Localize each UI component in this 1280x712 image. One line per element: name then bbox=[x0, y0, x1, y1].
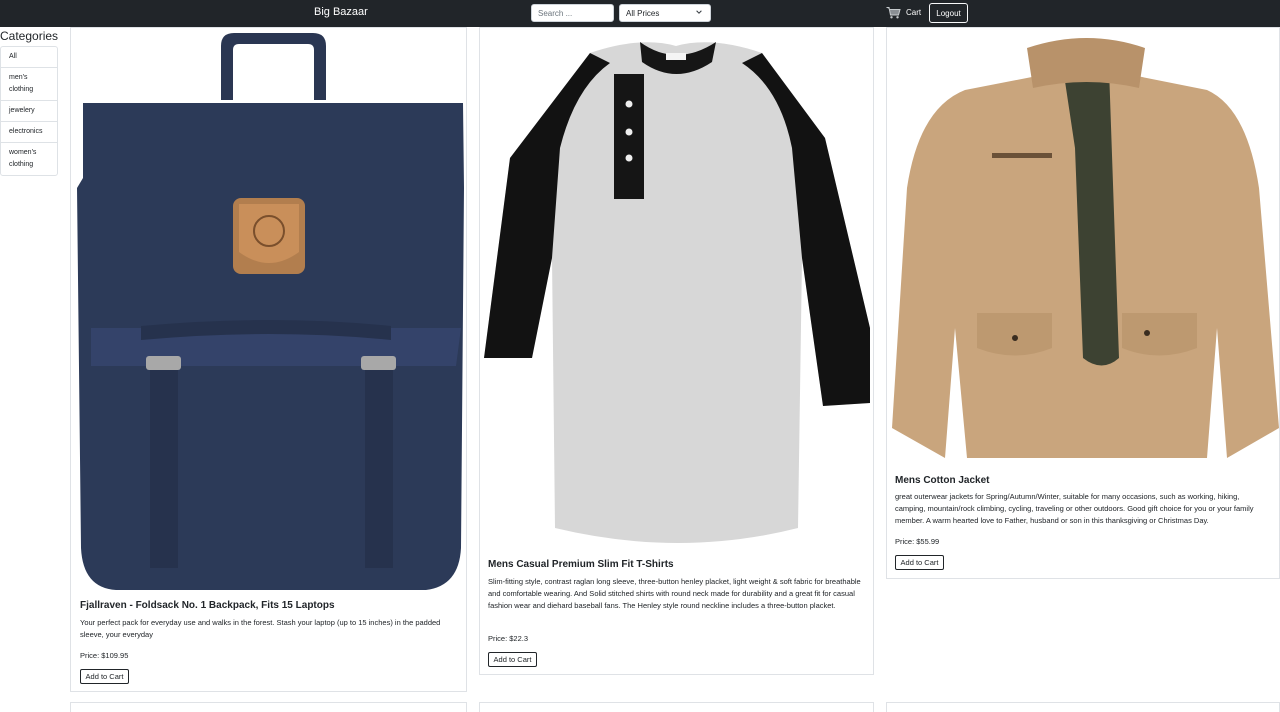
product-image-jacket bbox=[892, 38, 1279, 458]
product-card-partial bbox=[479, 702, 874, 712]
top-navbar: Big Bazaar All Prices Cart Logout bbox=[0, 0, 1280, 27]
product-description: Your perfect pack for everyday use and w… bbox=[80, 618, 441, 639]
brand-title[interactable]: Big Bazaar bbox=[314, 6, 368, 18]
price-filter-value: All Prices bbox=[626, 9, 660, 18]
logout-button[interactable]: Logout bbox=[929, 3, 968, 23]
categories-heading: Categories bbox=[0, 29, 59, 43]
product-card-partial bbox=[70, 702, 467, 712]
add-to-cart-button[interactable]: Add to Cart bbox=[895, 555, 944, 570]
product-card-partial bbox=[886, 702, 1280, 712]
product-title: Fjallraven - Foldsack No. 1 Backpack, Fi… bbox=[80, 600, 335, 611]
chevron-down-icon bbox=[696, 10, 702, 14]
product-card: Mens Casual Premium Slim Fit T-Shirts Sl… bbox=[479, 27, 874, 675]
category-item-electronics[interactable]: electronics bbox=[1, 122, 57, 143]
product-image-tshirt bbox=[484, 42, 870, 543]
product-card: Fjallraven - Foldsack No. 1 Backpack, Fi… bbox=[70, 27, 467, 692]
category-list: All men's clothing jewelery electronics … bbox=[0, 46, 58, 176]
cart-icon bbox=[886, 7, 901, 19]
product-title: Mens Casual Premium Slim Fit T-Shirts bbox=[488, 559, 674, 570]
search-input[interactable] bbox=[531, 4, 614, 22]
product-title: Mens Cotton Jacket bbox=[895, 475, 990, 486]
cart-label: Cart bbox=[906, 8, 922, 17]
product-description: great outerwear jackets for Spring/Autum… bbox=[895, 492, 1254, 525]
product-price: Price: $55.99 bbox=[895, 537, 940, 546]
category-item-mens-clothing[interactable]: men's clothing bbox=[1, 68, 57, 101]
add-to-cart-button[interactable]: Add to Cart bbox=[488, 652, 537, 667]
category-item-womens-clothing[interactable]: women's clothing bbox=[1, 143, 57, 175]
price-filter-select[interactable]: All Prices bbox=[619, 4, 711, 22]
product-price: Price: $109.95 bbox=[80, 651, 129, 660]
product-description: Slim-fitting style, contrast raglan long… bbox=[488, 577, 861, 610]
add-to-cart-button[interactable]: Add to Cart bbox=[80, 669, 129, 684]
category-item-jewelery[interactable]: jewelery bbox=[1, 101, 57, 122]
product-card: Mens Cotton Jacket great outerwear jacke… bbox=[886, 27, 1280, 579]
category-item-all[interactable]: All bbox=[1, 47, 57, 68]
product-image-backpack bbox=[77, 33, 464, 590]
product-price: Price: $22.3 bbox=[488, 634, 529, 643]
